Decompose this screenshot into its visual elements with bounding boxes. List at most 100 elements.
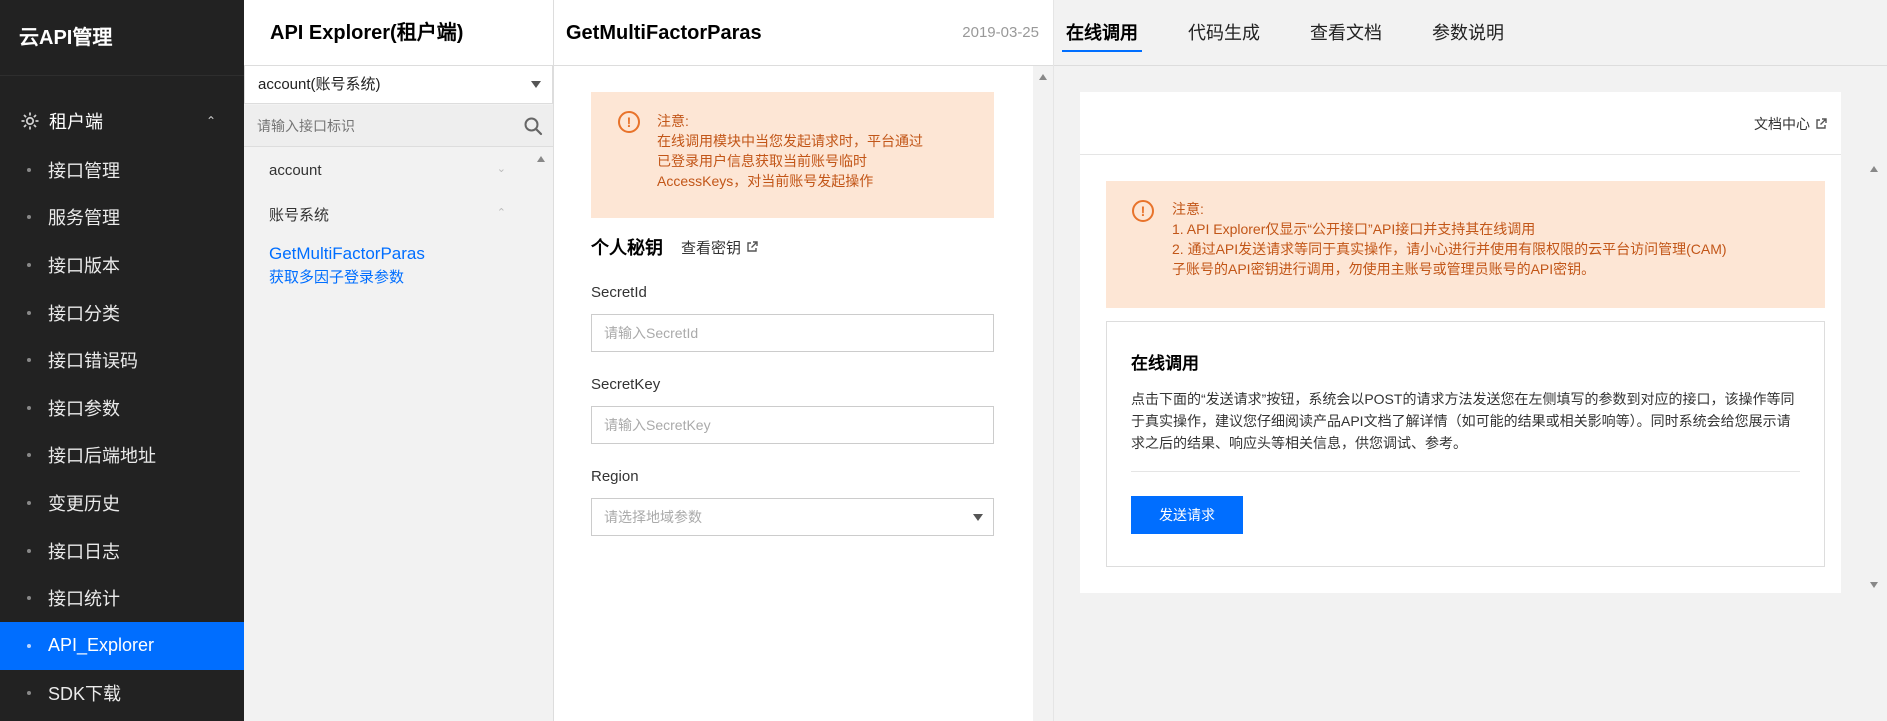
sidebar-item-service-management[interactable]: 服务管理 bbox=[0, 194, 244, 242]
sidebar-group-tenant[interactable]: 租户端 ⌃ bbox=[0, 96, 244, 146]
secret-id-input[interactable]: 请输入SecretId bbox=[591, 314, 994, 352]
tab-view-docs[interactable]: 查看文档 bbox=[1310, 0, 1382, 66]
sidebar-item-api-params[interactable]: 接口参数 bbox=[0, 384, 244, 432]
scroll-up-icon[interactable] bbox=[1039, 74, 1047, 80]
sidebar-item-label: 接口管理 bbox=[48, 160, 120, 181]
sidebar-item-label: 接口错误码 bbox=[48, 351, 138, 372]
sidebar-item-label: 接口分类 bbox=[48, 303, 120, 324]
scroll-down-icon[interactable] bbox=[1870, 582, 1878, 588]
action-name-link[interactable]: GetMultiFactorParas bbox=[269, 244, 507, 264]
tab-param-description[interactable]: 参数说明 bbox=[1432, 0, 1504, 66]
sidebar-item-api-stats[interactable]: 接口统计 bbox=[0, 574, 244, 622]
notice-line: 在线调用模块中当您发起请求时，平台通过 bbox=[657, 133, 923, 149]
bullet-icon bbox=[27, 262, 31, 267]
tree-node-label: account bbox=[269, 161, 322, 179]
scrollbar[interactable] bbox=[1860, 66, 1887, 596]
region-placeholder: 请选择地域参数 bbox=[604, 509, 702, 525]
sidebar-item-api-logs[interactable]: 接口日志 bbox=[0, 527, 244, 575]
chevron-up-icon: ⌃ bbox=[205, 114, 216, 128]
app-brand: 云API管理 bbox=[0, 0, 244, 76]
bullet-icon bbox=[27, 596, 31, 601]
notice-line: 子账号的API密钥进行调用，勿使用主账号或管理员账号的API密钥。 bbox=[1172, 261, 1596, 277]
sidebar-item-label: 接口日志 bbox=[48, 541, 120, 562]
bullet-icon bbox=[27, 215, 31, 220]
scrollbar[interactable] bbox=[1033, 66, 1053, 721]
api-search-input[interactable] bbox=[244, 105, 504, 147]
sidebar-item-label: 接口后端地址 bbox=[48, 446, 156, 467]
sidebar-item-label: 变更历史 bbox=[48, 493, 120, 514]
send-request-button[interactable]: 发送请求 bbox=[1131, 496, 1243, 534]
sidebar-item-label: API_Explorer bbox=[48, 635, 155, 656]
notice-box: ! 注意: 1. API Explorer仅显示“公开接口”API接口并支持其在… bbox=[1106, 181, 1825, 308]
params-body: ! 注意: 在线调用模块中当您发起请求时，平台通过 已登录用户信息获取当前账号临… bbox=[591, 92, 994, 536]
sidebar-item-label: 接口统计 bbox=[48, 589, 120, 610]
action-date: 2019-03-25 bbox=[962, 24, 1039, 41]
secret-key-section: 个人秘钥 查看密钥 bbox=[591, 234, 994, 260]
sidebar-item-api-management[interactable]: 接口管理 bbox=[0, 146, 244, 194]
docs-tabs: 在线调用 代码生成 查看文档 参数说明 bbox=[1054, 0, 1887, 66]
bullet-icon bbox=[27, 691, 31, 696]
cog-icon bbox=[19, 110, 41, 132]
notice-line: 2. 通过API发送请求等同于真实操作，请小心进行并使用有限权限的云平台访问管理… bbox=[1172, 241, 1727, 257]
action-title: GetMultiFactorParas bbox=[566, 22, 762, 44]
product-select-value: account(账号系统) bbox=[258, 76, 381, 93]
online-call-card: 文档中心 ! 注意: 1. API Explorer仅显示“公开接口”API接口… bbox=[1080, 92, 1841, 593]
external-link-icon bbox=[1816, 118, 1827, 129]
caret-down-icon bbox=[531, 81, 541, 88]
doc-center-link[interactable]: 文档中心 bbox=[1754, 114, 1827, 134]
scroll-up-icon[interactable] bbox=[537, 156, 545, 162]
bullet-icon bbox=[27, 358, 31, 363]
tree-node-category[interactable]: 账号系统 ⌃ bbox=[244, 192, 532, 236]
sidebar-item-error-codes[interactable]: 接口错误码 bbox=[0, 336, 244, 384]
panel-title: API Explorer(租户端) bbox=[244, 0, 553, 66]
bullet-icon bbox=[27, 548, 31, 553]
online-call-title: 在线调用 bbox=[1131, 354, 1199, 373]
chevron-up-icon: ⌃ bbox=[496, 207, 506, 219]
sidebar-item-label: SDK下载 bbox=[48, 684, 122, 705]
tab-online-call[interactable]: 在线调用 bbox=[1062, 0, 1142, 66]
api-tree: account ⌄ 账号系统 ⌃ GetMultiFactorParas 获取多… bbox=[244, 148, 532, 301]
sidebar-group-label: 租户端 bbox=[49, 112, 103, 132]
notice-title: 注意: bbox=[657, 113, 689, 129]
region-label: Region bbox=[591, 468, 639, 485]
notice-title: 注意: bbox=[1172, 201, 1204, 217]
params-header: GetMultiFactorParas 2019-03-25 bbox=[554, 0, 1053, 66]
warning-icon: ! bbox=[1132, 200, 1154, 222]
product-select[interactable]: account(账号系统) bbox=[244, 66, 553, 104]
tree-node-service[interactable]: account ⌄ bbox=[244, 148, 532, 192]
external-link-icon bbox=[747, 241, 758, 252]
view-key-label: 查看密钥 bbox=[681, 239, 742, 257]
notice-line: 1. API Explorer仅显示“公开接口”API接口并支持其在线调用 bbox=[1172, 221, 1536, 237]
tree-node-label: 账号系统 bbox=[269, 206, 330, 224]
warning-icon: ! bbox=[618, 111, 640, 133]
sidebar-item-label: 接口版本 bbox=[48, 255, 120, 276]
doc-center-label: 文档中心 bbox=[1754, 116, 1810, 132]
bullet-icon bbox=[27, 405, 31, 410]
search-icon[interactable] bbox=[523, 116, 543, 136]
scroll-up-icon[interactable] bbox=[1870, 166, 1878, 172]
section-title: 个人秘钥 bbox=[591, 238, 663, 258]
sidebar-item-api-explorer[interactable]: API_Explorer bbox=[0, 621, 244, 670]
notice-line: AccessKeys，对当前账号发起操作 bbox=[657, 173, 874, 189]
bullet-icon bbox=[27, 643, 31, 648]
region-select[interactable]: 请选择地域参数 bbox=[591, 498, 994, 536]
notice-box: ! 注意: 在线调用模块中当您发起请求时，平台通过 已登录用户信息获取当前账号临… bbox=[591, 92, 994, 218]
scrollbar[interactable] bbox=[531, 148, 553, 721]
tab-code-generation[interactable]: 代码生成 bbox=[1188, 0, 1260, 66]
secret-key-input[interactable]: 请输入SecretKey bbox=[591, 406, 994, 444]
secret-key-label: SecretKey bbox=[591, 376, 661, 393]
divider bbox=[1131, 471, 1800, 472]
sidebar-item-api-category[interactable]: 接口分类 bbox=[0, 289, 244, 337]
secret-id-label: SecretId bbox=[591, 284, 647, 301]
sidebar-item-backend-address[interactable]: 接口后端地址 bbox=[0, 432, 244, 480]
api-search bbox=[244, 105, 553, 147]
tree-leaf-action[interactable]: GetMultiFactorParas 获取多因子登录参数 bbox=[244, 236, 532, 301]
view-key-link[interactable]: 查看密钥 bbox=[681, 237, 758, 258]
bullet-icon bbox=[27, 310, 31, 315]
sidebar-item-sdk-download[interactable]: SDK下载 bbox=[0, 670, 244, 718]
sidebar-item-change-history[interactable]: 变更历史 bbox=[0, 479, 244, 527]
docs-panel: 在线调用 代码生成 查看文档 参数说明 文档中心 ! 注意: 1. API Ex… bbox=[1054, 0, 1887, 721]
bullet-icon bbox=[27, 500, 31, 505]
sidebar-item-api-version[interactable]: 接口版本 bbox=[0, 241, 244, 289]
action-description[interactable]: 获取多因子登录参数 bbox=[269, 266, 507, 287]
